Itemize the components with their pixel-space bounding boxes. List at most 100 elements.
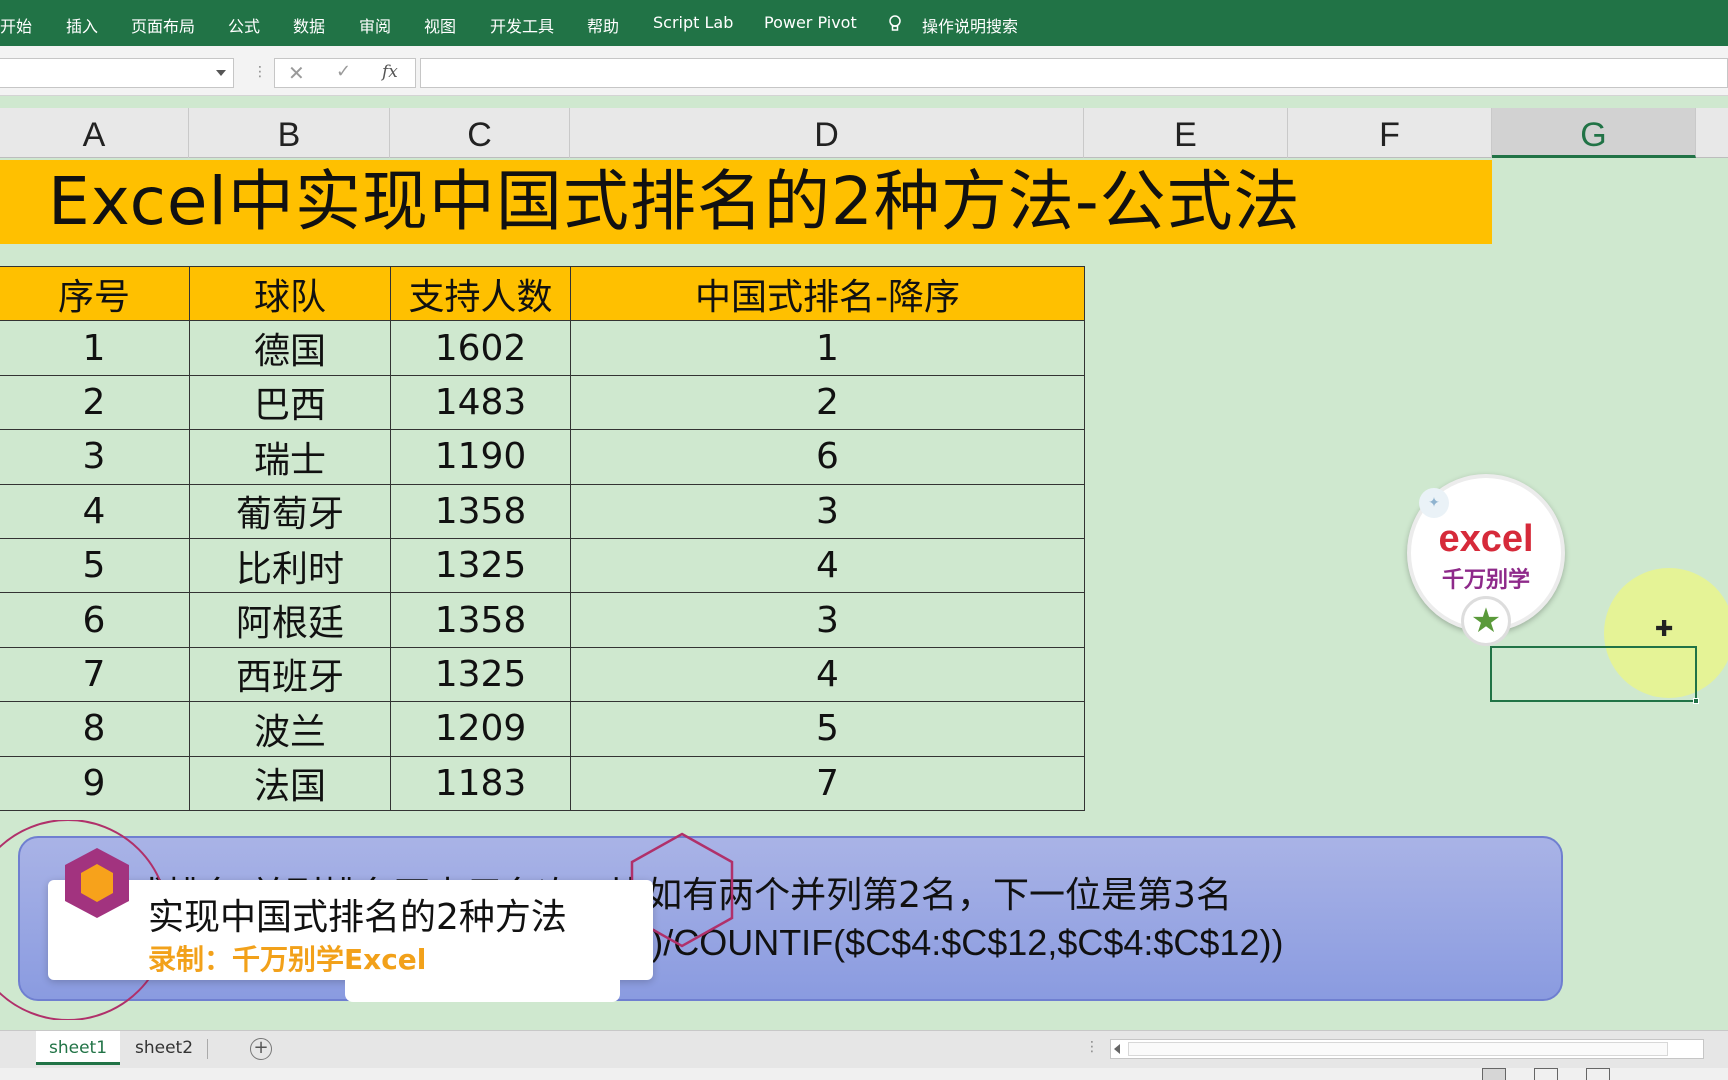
- header-team[interactable]: 球队: [189, 265, 391, 322]
- column-header-g[interactable]: G: [1492, 108, 1696, 158]
- sheet-tab-sheet2[interactable]: sheet2: [124, 1031, 204, 1065]
- cell-supporters[interactable]: 1358: [390, 483, 571, 539]
- cell-index[interactable]: 7: [0, 646, 190, 703]
- scrollbar-thumb[interactable]: [1128, 1042, 1668, 1056]
- cell-supporters[interactable]: 1325: [390, 537, 571, 594]
- ribbon-tab-developer[interactable]: 开发工具: [490, 13, 554, 37]
- cell-supporters[interactable]: 1602: [390, 320, 571, 376]
- cell-rank[interactable]: 1: [570, 320, 1085, 376]
- column-headers: A B C D E F G: [0, 108, 1728, 158]
- cell-rank[interactable]: 3: [570, 483, 1085, 539]
- cell-rank[interactable]: 5: [570, 701, 1085, 757]
- cell-rank[interactable]: 4: [570, 646, 1085, 703]
- column-header-c[interactable]: C: [390, 108, 570, 158]
- table-row: 9 法国 1183 7: [0, 755, 1085, 811]
- ribbon-tab-power-pivot[interactable]: Power Pivot: [764, 13, 857, 32]
- page-break-view-icon[interactable]: [1586, 1068, 1610, 1080]
- logo-main-text: excel: [1438, 518, 1534, 560]
- cell-index[interactable]: 8: [0, 701, 190, 757]
- banner-subtitle: 录制：千万别学Excel: [148, 943, 427, 976]
- table-row: 5 比利时 1325 4: [0, 537, 1085, 594]
- cell-rank[interactable]: 6: [570, 429, 1085, 485]
- table-row: 2 巴西 1483 2: [0, 374, 1085, 431]
- ribbon-tab-insert[interactable]: 插入: [66, 13, 98, 37]
- ribbon-tab-home[interactable]: 开始: [0, 13, 32, 37]
- table-row: 1 德国 1602 1: [0, 320, 1085, 376]
- table-row: 6 阿根廷 1358 3: [0, 592, 1085, 648]
- scroll-left-icon[interactable]: [1114, 1044, 1120, 1054]
- page-layout-view-icon[interactable]: [1534, 1068, 1558, 1080]
- cell-supporters[interactable]: 1483: [390, 374, 571, 431]
- header-supporters[interactable]: 支持人数: [390, 265, 571, 322]
- cell-team[interactable]: 西班牙: [189, 646, 391, 703]
- name-box[interactable]: [0, 58, 234, 88]
- cell-team[interactable]: 波兰: [189, 701, 391, 757]
- cell-supporters[interactable]: 1190: [390, 429, 571, 485]
- header-index[interactable]: 序号: [0, 265, 190, 322]
- column-header-b[interactable]: B: [189, 108, 390, 158]
- ribbon-tab-data[interactable]: 数据: [293, 13, 325, 37]
- cell-index[interactable]: 2: [0, 374, 190, 431]
- cell-rank[interactable]: 4: [570, 537, 1085, 594]
- ribbon-tab-review[interactable]: 审阅: [359, 13, 391, 37]
- cell-index[interactable]: 4: [0, 483, 190, 539]
- cell-rank[interactable]: 3: [570, 592, 1085, 648]
- header-chinese-rank[interactable]: 中国式排名-降序: [570, 265, 1085, 322]
- cell-index[interactable]: 9: [0, 755, 190, 811]
- table-row: 7 西班牙 1325 4: [0, 646, 1085, 703]
- sheet-tab-bar: sheet1 sheet2 + ⋮: [0, 1030, 1728, 1068]
- tell-me-search[interactable]: 操作说明搜索: [922, 13, 1018, 37]
- cell-rank[interactable]: 7: [570, 755, 1085, 811]
- sparkle-icon: ✦: [1419, 488, 1449, 518]
- cell-rank[interactable]: 2: [570, 374, 1085, 431]
- cell-index[interactable]: 5: [0, 537, 190, 594]
- cell-team[interactable]: 阿根廷: [189, 592, 391, 648]
- cell-index[interactable]: 3: [0, 429, 190, 485]
- chevron-down-icon[interactable]: [216, 70, 226, 76]
- cell-index[interactable]: 1: [0, 320, 190, 376]
- more-options-icon[interactable]: ⋮: [253, 64, 267, 80]
- add-sheet-icon[interactable]: +: [250, 1038, 272, 1060]
- cell-team[interactable]: 比利时: [189, 537, 391, 594]
- formula-input[interactable]: [420, 58, 1728, 88]
- hexagon-logo-icon: [65, 848, 129, 918]
- ribbon-tab-help[interactable]: 帮助: [587, 13, 619, 37]
- table-row: 3 瑞士 1190 6: [0, 429, 1085, 485]
- enter-icon[interactable]: ✓: [336, 61, 351, 82]
- insert-function-icon[interactable]: fx: [382, 62, 398, 82]
- excel-logo-badge: ✦ excel 千万别学 ★: [1407, 474, 1565, 646]
- cell-supporters[interactable]: 1183: [390, 755, 571, 811]
- tab-divider: [207, 1039, 208, 1059]
- ranking-table: 序号 球队 支持人数 中国式排名-降序 1 德国 1602 1 2 巴西 148…: [0, 265, 1085, 811]
- column-header-f[interactable]: F: [1288, 108, 1492, 158]
- ribbon-tab-script-lab[interactable]: Script Lab: [653, 13, 733, 32]
- table-row: 4 葡萄牙 1358 3: [0, 483, 1085, 539]
- cell-team[interactable]: 葡萄牙: [189, 483, 391, 539]
- sheet-title[interactable]: Excel中实现中国式排名的2种方法-公式法: [0, 160, 1492, 244]
- cell-supporters[interactable]: 1358: [390, 592, 571, 648]
- ribbon-tab-formulas[interactable]: 公式: [228, 13, 260, 37]
- logo-sub-text: 千万别学: [1441, 568, 1530, 593]
- cell-team[interactable]: 法国: [189, 755, 391, 811]
- cell-index[interactable]: 6: [0, 592, 190, 648]
- normal-view-icon[interactable]: [1482, 1068, 1506, 1080]
- scroll-splitter-icon[interactable]: ⋮: [1085, 1039, 1099, 1055]
- cell-team[interactable]: 瑞士: [189, 429, 391, 485]
- table-row: 8 波兰 1209 5: [0, 701, 1085, 757]
- column-header-e[interactable]: E: [1084, 108, 1288, 158]
- cell-team[interactable]: 德国: [189, 320, 391, 376]
- status-bar: [0, 1068, 1728, 1080]
- cell-supporters[interactable]: 1325: [390, 646, 571, 703]
- fill-handle[interactable]: [1693, 698, 1699, 704]
- active-cell-g[interactable]: [1490, 646, 1699, 704]
- cancel-icon[interactable]: ✕: [288, 61, 305, 85]
- ribbon-tab-page-layout[interactable]: 页面布局: [131, 13, 195, 37]
- column-header-a[interactable]: A: [0, 108, 189, 158]
- cell-cursor-icon: ✚: [1655, 617, 1674, 642]
- formula-bar: ⋮ ✕ ✓ fx: [0, 46, 1728, 96]
- sheet-tab-sheet1[interactable]: sheet1: [36, 1031, 120, 1065]
- ribbon-tab-view[interactable]: 视图: [424, 13, 456, 37]
- column-header-d[interactable]: D: [570, 108, 1084, 158]
- cell-team[interactable]: 巴西: [189, 374, 391, 431]
- cell-supporters[interactable]: 1209: [390, 701, 571, 757]
